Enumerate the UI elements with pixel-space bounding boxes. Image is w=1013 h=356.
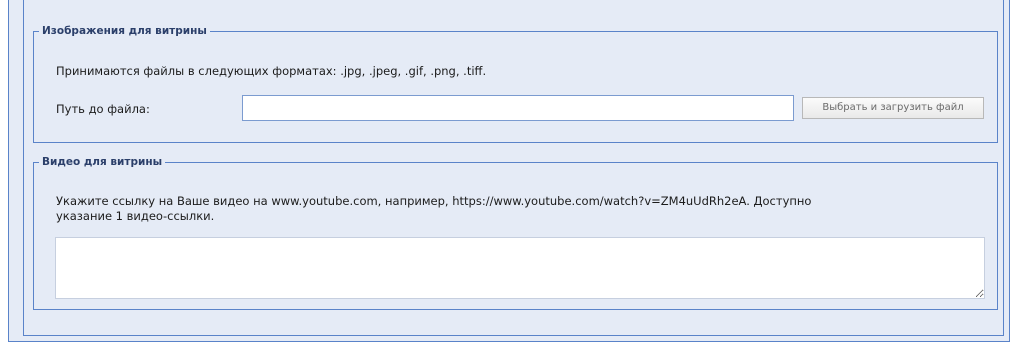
images-fieldset: Изображения для витрины [33, 25, 998, 143]
formats-note: Принимаются файлы в следующих форматах: … [56, 64, 487, 78]
video-section-title: Видео для витрины [42, 156, 163, 168]
upload-file-button[interactable]: Выбрать и загрузить файл [802, 97, 984, 119]
file-path-input[interactable] [242, 95, 794, 121]
video-hint-line2: указание 1 видео-ссылки. [56, 209, 215, 223]
file-path-label: Путь до файла: [56, 102, 150, 116]
video-hint-line1: Укажите ссылку на Ваше видео на www.yout… [56, 194, 812, 208]
images-section-title: Изображения для витрины [42, 25, 207, 37]
video-link-textarea[interactable] [55, 237, 985, 299]
